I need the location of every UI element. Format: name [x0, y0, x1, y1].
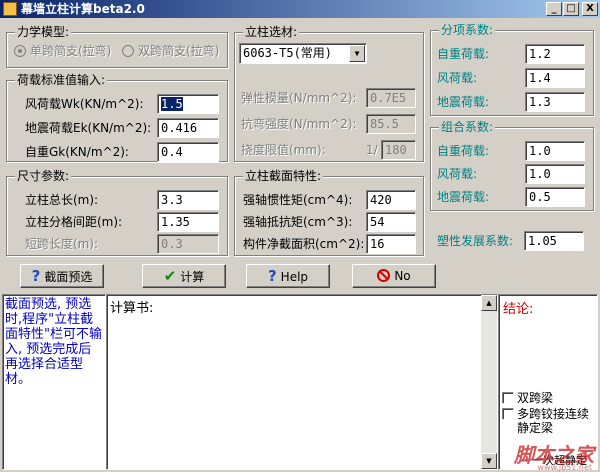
preselect-button-label: 截面预选 [44, 270, 93, 284]
multi-span-check-label: 多跨铰接连续 [517, 407, 590, 421]
calculate-button[interactable]: ✔ 计算 [142, 264, 226, 288]
partial-quake-input[interactable]: 1.3 [525, 92, 585, 112]
elastic-modulus-label: 弹性模量(N/mm^2): [241, 91, 357, 105]
loads-group-title: 荷载标准值输入: [15, 73, 108, 87]
wind-load-label: 风荷载Wk(KN/m^2): [25, 97, 144, 111]
partial-quake-label: 地震荷载: [437, 95, 490, 109]
section-group: 立柱截面特性: 强轴惯性矩(cm^4): 420 强轴抵抗矩(cm^3): 54… [234, 169, 424, 256]
dead-load-label: 自重Gk(KN/m^2): [25, 145, 129, 159]
partial-factors-group: 分项系数: 自重荷载: 1.2 风荷载: 1.4 地震荷载: 1.3 [430, 23, 594, 116]
inertia-label: 强轴惯性矩(cm^4): [243, 193, 353, 207]
combo-dead-label: 自重荷载: [437, 144, 490, 158]
deflection-limit-input[interactable]: 180 [381, 140, 416, 160]
partial-wind-label: 风荷载: [437, 71, 478, 85]
single-span-label: 单跨简支(拉弯) [30, 44, 112, 58]
combo-quake-label: 地震荷载: [437, 190, 490, 204]
column-spacing-label: 立柱分格间距(m): [25, 215, 123, 229]
inertia-input[interactable]: 420 [366, 190, 416, 210]
combo-dead-input[interactable]: 1.0 [525, 141, 585, 161]
conclusion-title: 结论: [503, 302, 534, 317]
help-button[interactable]: ? Help [246, 264, 330, 288]
question-icon: ? [31, 267, 41, 285]
scroll-up-icon[interactable]: ▲ [481, 295, 497, 311]
quake-load-label: 地震荷载Ek(KN/m^2): [25, 121, 152, 135]
title-bar[interactable]: 幕墙立柱计算beta2.0 _ □ X [0, 0, 600, 18]
app-icon [3, 2, 17, 16]
window-title: 幕墙立柱计算beta2.0 [21, 2, 145, 16]
material-select[interactable]: 6063-T5(常用) ▼ [239, 43, 367, 64]
material-selected-value: 6063-T5(常用) [243, 46, 333, 60]
calculation-panel[interactable]: 计算书: ▲ ▼ [106, 294, 498, 470]
combo-quake-input[interactable]: 0.5 [525, 187, 585, 207]
no-button-label: No [394, 269, 411, 283]
combo-wind-input[interactable]: 1.0 [525, 164, 585, 184]
elastic-modulus-input[interactable]: 0.7E5 [366, 88, 416, 108]
partial-dead-label: 自重荷载: [437, 47, 490, 61]
notes-panel[interactable]: 截面预选, 预选时,程序"立柱截面特性"栏可不输入, 预选完成后再选择合适型材。 [2, 294, 106, 470]
net-area-label: 构件净截面积(cm^2): [243, 237, 365, 251]
checkmark-icon: ✔ [163, 267, 177, 285]
help-button-label: Help [280, 270, 309, 284]
material-group: 立柱选材: 6063-T5(常用) ▼ 弹性模量(N/mm^2): 0.7E5 … [234, 25, 424, 162]
partial-factors-title: 分项系数: [439, 23, 496, 37]
combo-factors-group: 组合系数: 自重荷载: 1.0 风荷载: 1.0 地震荷载: 0.5 [430, 120, 594, 211]
size-group-title: 尺寸参数: [15, 169, 72, 183]
short-span-label: 短跨长度(m): [25, 237, 99, 251]
watermark-url: www.jb51.net [537, 463, 592, 472]
double-span-radio[interactable] [122, 45, 134, 57]
section-modulus-label: 强轴抵抗矩(cm^3): [243, 215, 353, 229]
double-span-label: 双跨简支(拉弯) [138, 44, 220, 58]
notes-text: 截面预选, 预选时,程序"立柱截面特性"栏可不输入, 预选完成后再选择合适型材。 [5, 297, 102, 387]
material-group-title: 立柱选材: [243, 25, 300, 39]
column-length-input[interactable]: 3.3 [157, 190, 219, 210]
dead-load-input[interactable]: 0.4 [157, 142, 219, 162]
quake-load-input[interactable]: 0.416 [157, 118, 219, 138]
bending-strength-input[interactable]: 85.5 [366, 114, 416, 134]
deflection-limit-label: 挠度限值(mm): [241, 143, 326, 157]
no-button[interactable]: No [352, 264, 436, 288]
partial-dead-input[interactable]: 1.2 [525, 44, 585, 64]
scroll-down-icon[interactable]: ▼ [481, 453, 497, 469]
deflection-prefix: 1/ [366, 143, 378, 157]
loads-group: 荷载标准值输入: 风荷载Wk(KN/m^2): 1.5 地震荷载Ek(KN/m^… [6, 73, 228, 162]
double-span-checkbox[interactable] [502, 392, 514, 404]
calculation-scrollbar[interactable]: ▲ ▼ [481, 295, 497, 469]
section-modulus-input[interactable]: 54 [366, 212, 416, 232]
close-button[interactable]: X [582, 2, 598, 16]
multi-span-checkbox[interactable] [502, 408, 514, 420]
no-entry-icon [377, 269, 391, 282]
minimize-button[interactable]: _ [546, 2, 562, 16]
column-length-label: 立柱总长(m): [25, 193, 99, 207]
wind-load-input[interactable]: 1.5 [157, 94, 219, 114]
model-group-title: 力学模型: [15, 25, 72, 39]
calculation-title: 计算书: [110, 301, 154, 316]
short-span-input[interactable]: 0.3 [157, 234, 219, 254]
partial-wind-input[interactable]: 1.4 [525, 68, 585, 88]
single-span-radio[interactable] [14, 45, 26, 57]
combo-factors-title: 组合系数: [439, 120, 496, 134]
section-group-title: 立柱截面特性: [243, 169, 324, 183]
double-span-check-label: 双跨梁 [517, 391, 554, 405]
question-icon: ? [267, 267, 277, 285]
net-area-input[interactable]: 16 [366, 234, 416, 254]
plastic-factor-label: 塑性发展系数: [437, 234, 514, 248]
wind-load-value: 1.5 [161, 97, 183, 111]
chevron-down-icon[interactable]: ▼ [349, 45, 365, 62]
multi-span-check-label-line2: 静定梁 [517, 421, 554, 435]
size-group: 尺寸参数: 立柱总长(m): 3.3 立柱分格间距(m): 1.35 短跨长度(… [6, 169, 228, 256]
column-spacing-input[interactable]: 1.35 [157, 212, 219, 232]
plastic-factor-input[interactable]: 1.05 [524, 231, 584, 251]
combo-wind-label: 风荷载: [437, 167, 478, 181]
bending-strength-label: 抗弯强度(N/mm^2): [241, 117, 357, 131]
calculate-button-label: 计算 [180, 270, 205, 284]
preselect-button[interactable]: ? 截面预选 [20, 264, 104, 288]
maximize-button[interactable]: □ [563, 2, 579, 16]
model-group: 力学模型: 单跨简支(拉弯) 双跨简支(拉弯) [6, 25, 228, 68]
